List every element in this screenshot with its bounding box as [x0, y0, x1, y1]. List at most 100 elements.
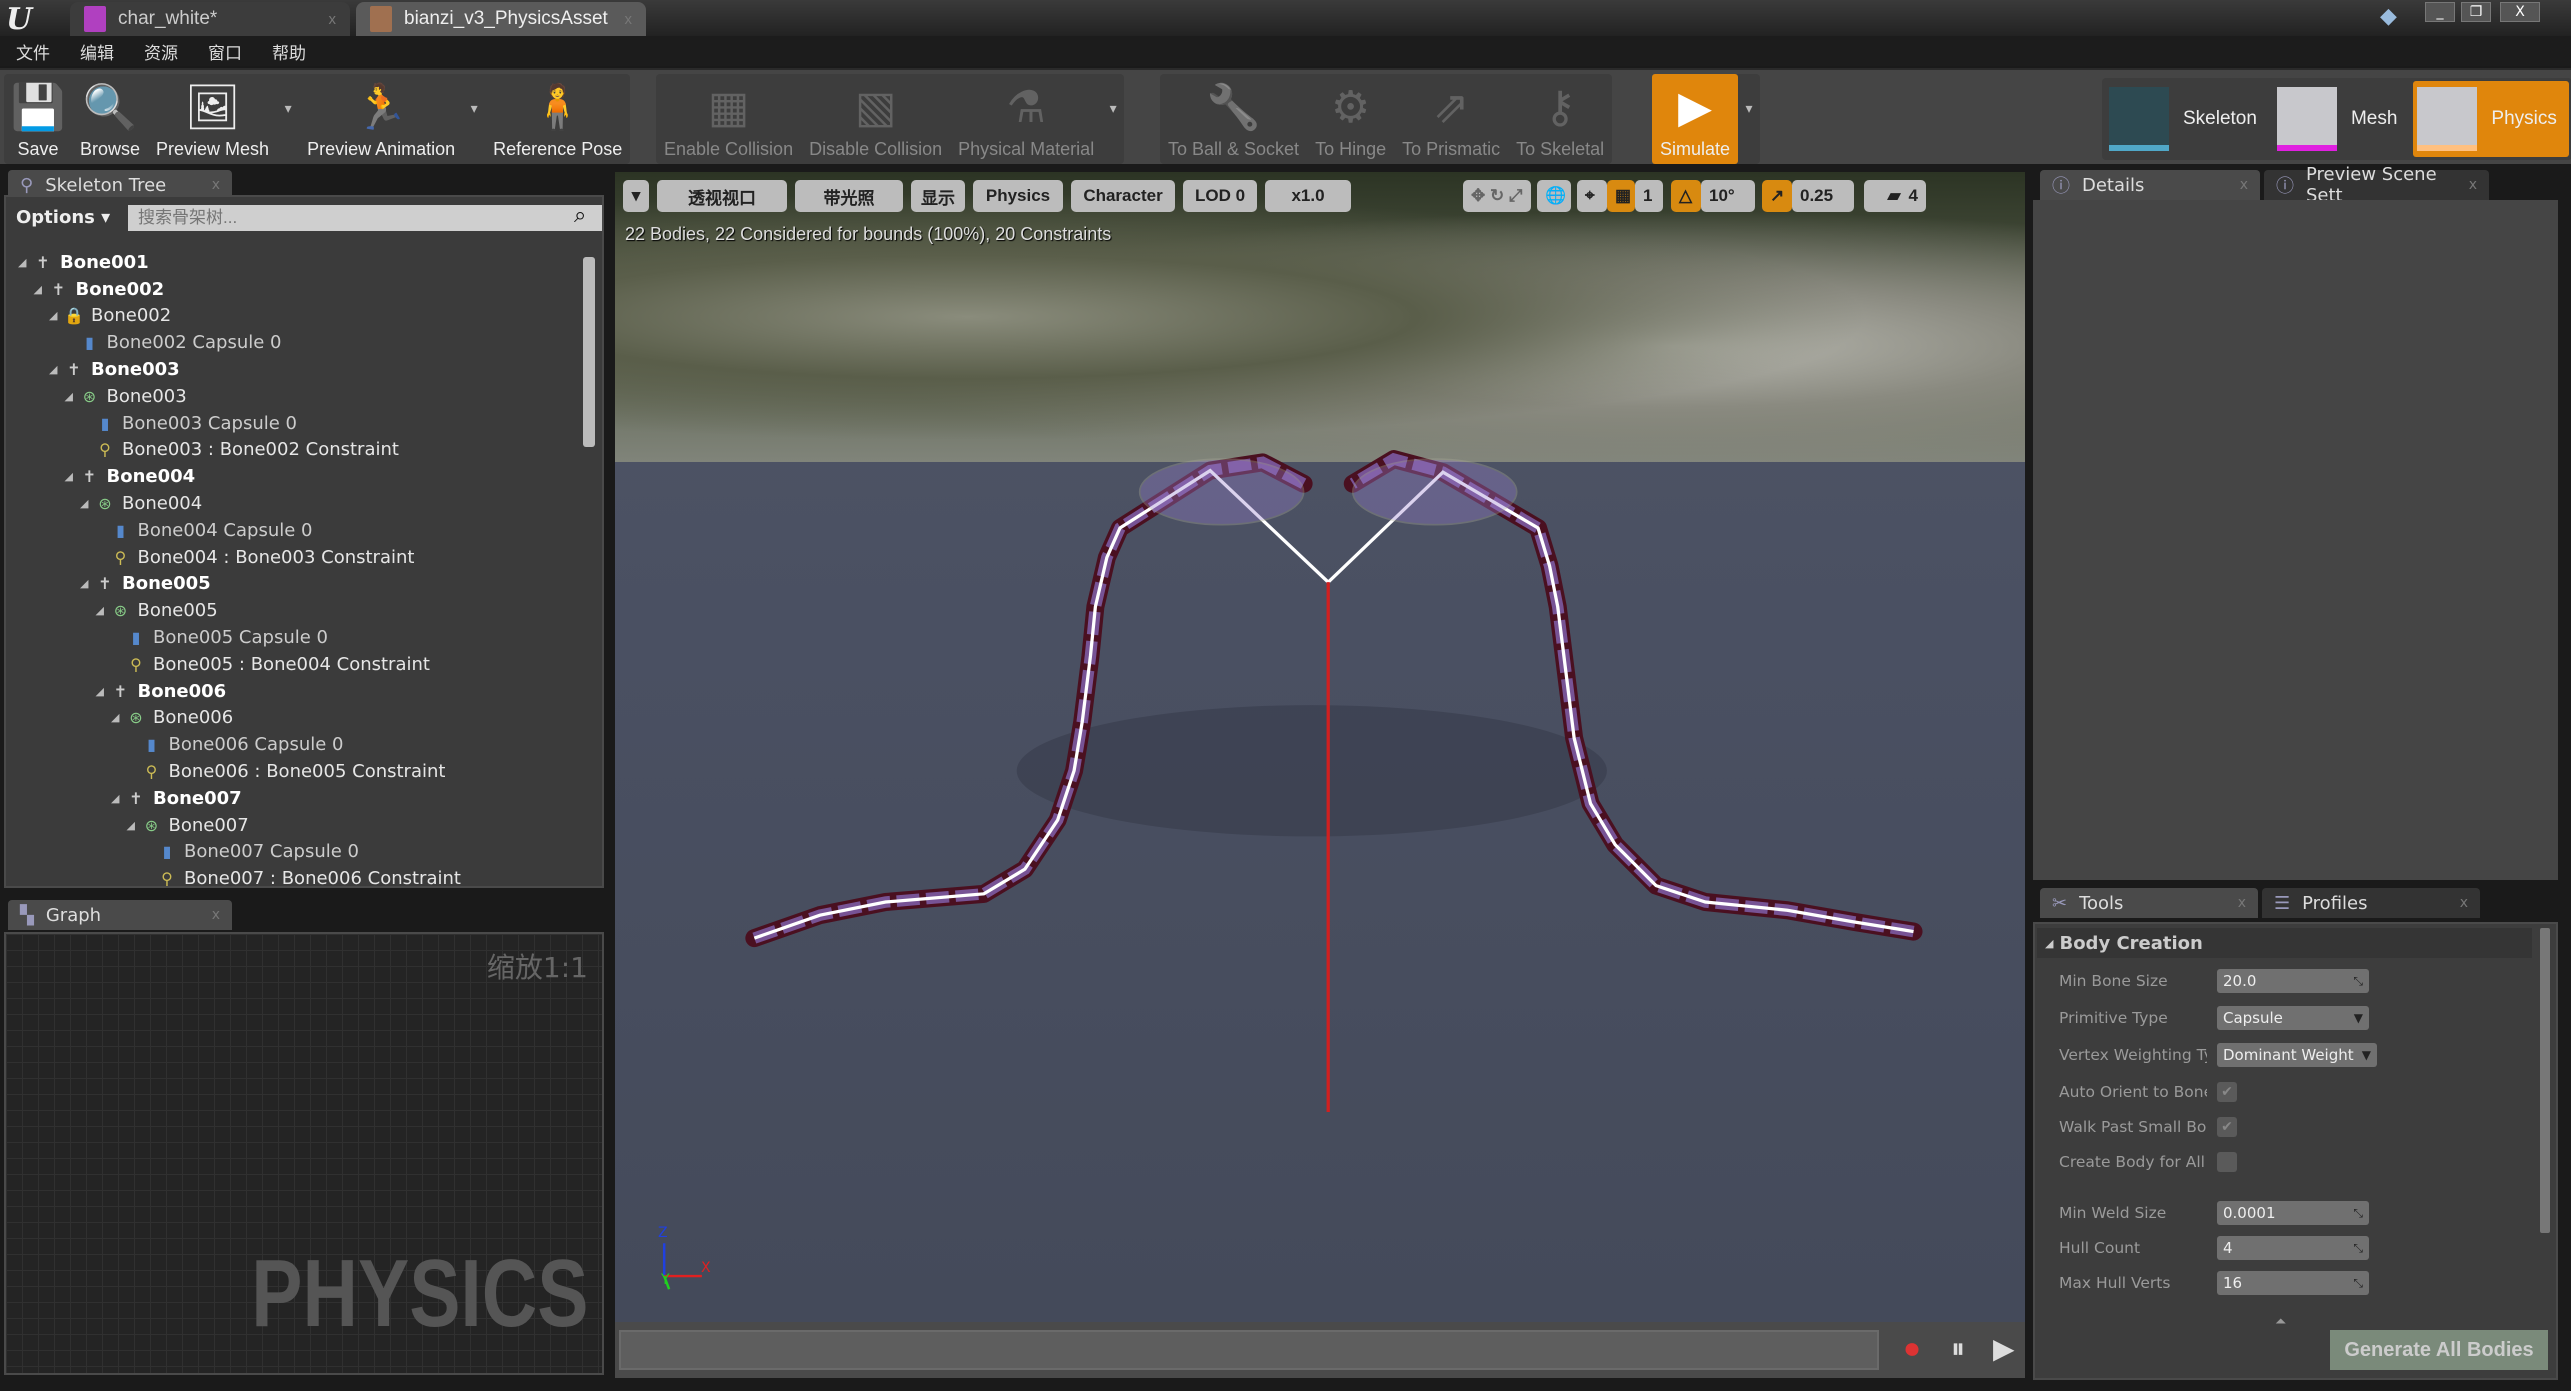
- to-hinge-button[interactable]: ⚙ To Hinge: [1307, 74, 1394, 164]
- rotation-snap-toggle[interactable]: △: [1671, 180, 1701, 212]
- grid-snap-toggle[interactable]: ▦: [1607, 180, 1635, 212]
- browse-button[interactable]: 🔍 Browse: [72, 74, 148, 164]
- tree-item-constraint[interactable]: ⚲ Bone005 : Bone004 Constraint: [6, 651, 584, 678]
- menu-item-2[interactable]: 资源: [144, 39, 178, 64]
- tree-item-bone[interactable]: ◢ ✝ Bone005: [6, 571, 584, 598]
- options-dropdown[interactable]: Options ▾: [16, 207, 110, 228]
- minimize-button[interactable]: _: [2425, 2, 2455, 22]
- mode-physics[interactable]: Physics: [2413, 81, 2569, 157]
- surface-snap-icon[interactable]: ⌖: [1577, 180, 1607, 212]
- restore-button[interactable]: ❐: [2461, 2, 2491, 22]
- scale-snap-value[interactable]: 0.25: [1792, 180, 1854, 212]
- tab-tools[interactable]: ✂ Tools x: [2040, 888, 2258, 918]
- tab-profiles[interactable]: ☰ Profiles x: [2262, 888, 2480, 918]
- viewport-button-1[interactable]: 透视视口: [657, 180, 787, 212]
- save-button[interactable]: 💾 Save: [4, 74, 72, 164]
- tree-item-bone[interactable]: ◢ ✝ Bone007: [6, 785, 584, 812]
- tree-item-constraint[interactable]: ⚲ Bone006 : Bone005 Constraint: [6, 758, 584, 785]
- tab-details[interactable]: ⓘ Details x: [2040, 170, 2260, 200]
- tree-item-bone[interactable]: ◢ ✝ Bone003: [6, 356, 584, 383]
- play-button[interactable]: ▶: [1993, 1332, 2015, 1365]
- tree-item-bone[interactable]: ◢ ✝ Bone004: [6, 463, 584, 490]
- body-creation-section-header[interactable]: ◢ Body Creation: [2037, 928, 2532, 958]
- tree-item-capsule[interactable]: ▮ Bone003 Capsule 0: [6, 410, 584, 437]
- scale-snap-toggle[interactable]: ↗: [1762, 180, 1792, 212]
- source-control-icon[interactable]: ◆: [2380, 4, 2397, 29]
- preview-animation-button[interactable]: 🏃 Preview Animation: [299, 74, 463, 164]
- graph-panel[interactable]: 缩放1:1 PHYSICS: [4, 932, 604, 1375]
- enable-collision-button[interactable]: ▦ Enable Collision: [656, 74, 801, 164]
- disable-collision-button[interactable]: ▧ Disable Collision: [801, 74, 950, 164]
- tree-item-body[interactable]: ◢ ⊛ Bone006: [6, 705, 584, 732]
- close-window-button[interactable]: X: [2500, 2, 2540, 22]
- menu-item-4[interactable]: 帮助: [272, 39, 306, 64]
- tree-item-body[interactable]: ◢ ⊛ Bone004: [6, 490, 584, 517]
- rotation-snap-value[interactable]: 10°: [1701, 180, 1755, 212]
- expand-arrow-icon[interactable]: ◢: [65, 390, 79, 403]
- close-tab-icon[interactable]: x: [2469, 177, 2477, 193]
- close-tab-icon[interactable]: x: [2240, 177, 2248, 193]
- property-number-input[interactable]: 4 ⤡: [2217, 1236, 2369, 1260]
- mode-skeleton[interactable]: Skeleton: [2105, 81, 2269, 157]
- menu-item-0[interactable]: 文件: [16, 39, 50, 64]
- simulate-options-dropdown[interactable]: ▾: [1738, 74, 1760, 164]
- tree-item-body[interactable]: ◢ ⊛ Bone007: [6, 812, 584, 839]
- tree-item-capsule[interactable]: ▮ Bone002 Capsule 0: [6, 329, 584, 356]
- expand-arrow-icon[interactable]: ◢: [96, 604, 110, 617]
- viewport-button-5[interactable]: Character: [1071, 180, 1175, 212]
- skeleton-tree-search-input[interactable]: [128, 205, 602, 231]
- close-tab-icon[interactable]: x: [329, 11, 337, 28]
- menu-item-3[interactable]: 窗口: [208, 39, 242, 64]
- tools-scrollbar[interactable]: [2540, 928, 2550, 1233]
- menu-item-1[interactable]: 编辑: [80, 39, 114, 64]
- property-checkbox[interactable]: [2217, 1152, 2237, 1172]
- property-checkbox[interactable]: ✔: [2217, 1117, 2237, 1137]
- viewport-button-2[interactable]: 带光照: [795, 180, 903, 212]
- tree-item-capsule[interactable]: ▮ Bone007 Capsule 0: [6, 839, 584, 866]
- tree-item-bone[interactable]: ◢ ✝ Bone002: [6, 276, 584, 303]
- reference-pose-button[interactable]: 🧍 Reference Pose: [485, 74, 630, 164]
- tree-item-body[interactable]: ◢ ⊛ Bone005: [6, 597, 584, 624]
- viewport-button-6[interactable]: LOD 0: [1183, 180, 1257, 212]
- tree-scrollbar[interactable]: [583, 257, 595, 447]
- property-checkbox[interactable]: ✔: [2217, 1082, 2237, 1102]
- viewport[interactable]: Z X Y ▾ 透视视口 带光照 显示 Physics Character LOD 0 x1.…: [615, 172, 2025, 1322]
- tree-item-capsule[interactable]: ▮ Bone004 Capsule 0: [6, 517, 584, 544]
- doc-tab-char-white[interactable]: char_white* x: [70, 2, 350, 36]
- expand-arrow-icon[interactable]: ◢: [34, 283, 48, 296]
- to-ball-socket-button[interactable]: 🔧 To Ball & Socket: [1160, 74, 1307, 164]
- tree-item-constraint[interactable]: ⚲ Bone007 : Bone006 Constraint: [6, 865, 584, 886]
- tab-preview-scene-settings[interactable]: ⓘ Preview Scene Sett x: [2264, 164, 2489, 206]
- expand-arrow-icon[interactable]: ◢: [96, 685, 110, 698]
- transform-tools[interactable]: ✥ ↻ ⤢: [1463, 180, 1531, 212]
- tree-item-body[interactable]: ◢ ⊛ Bone003: [6, 383, 584, 410]
- expand-arrow-icon[interactable]: ◢: [65, 470, 79, 483]
- collapse-advanced-icon[interactable]: ⏶: [2275, 1314, 2286, 1330]
- property-number-input[interactable]: 20.0 ⤡: [2217, 969, 2369, 993]
- preview-mesh-dropdown[interactable]: ▾: [277, 74, 299, 164]
- tree-item-body-locked[interactable]: ◢ 🔒 Bone002: [6, 303, 584, 330]
- expand-arrow-icon[interactable]: ◢: [49, 309, 63, 322]
- viewport-button-7[interactable]: x1.0: [1265, 180, 1351, 212]
- to-skeletal-button[interactable]: ⚷ To Skeletal: [1508, 74, 1612, 164]
- expand-arrow-icon[interactable]: ◢: [111, 792, 125, 805]
- grid-snap-value[interactable]: 1: [1635, 180, 1663, 212]
- viewport-button-0[interactable]: ▾: [623, 180, 649, 212]
- close-tab-icon[interactable]: x: [2238, 895, 2246, 911]
- camera-speed-button[interactable]: ▰ 4: [1864, 180, 1926, 212]
- physical-material-dropdown[interactable]: ▾: [1102, 74, 1124, 164]
- tree-item-constraint[interactable]: ⚲ Bone004 : Bone003 Constraint: [6, 544, 584, 571]
- close-tab-icon[interactable]: x: [625, 11, 633, 28]
- tree-item-constraint[interactable]: ⚲ Bone003 : Bone002 Constraint: [6, 437, 584, 464]
- expand-arrow-icon[interactable]: ◢: [49, 363, 63, 376]
- pause-button[interactable]: ⏸: [1951, 1332, 1965, 1366]
- search-icon[interactable]: ⌕: [574, 203, 586, 228]
- close-tab-icon[interactable]: x: [212, 177, 220, 193]
- expand-arrow-icon[interactable]: ◢: [18, 256, 32, 269]
- physical-material-button[interactable]: ⚗ Physical Material: [950, 74, 1102, 164]
- generate-all-bodies-button[interactable]: Generate All Bodies: [2330, 1330, 2548, 1370]
- preview-animation-dropdown[interactable]: ▾: [463, 74, 485, 164]
- property-number-input[interactable]: 0.0001 ⤡: [2217, 1201, 2369, 1225]
- timeline-scrubber[interactable]: [619, 1330, 1879, 1370]
- viewport-button-3[interactable]: 显示: [911, 180, 965, 212]
